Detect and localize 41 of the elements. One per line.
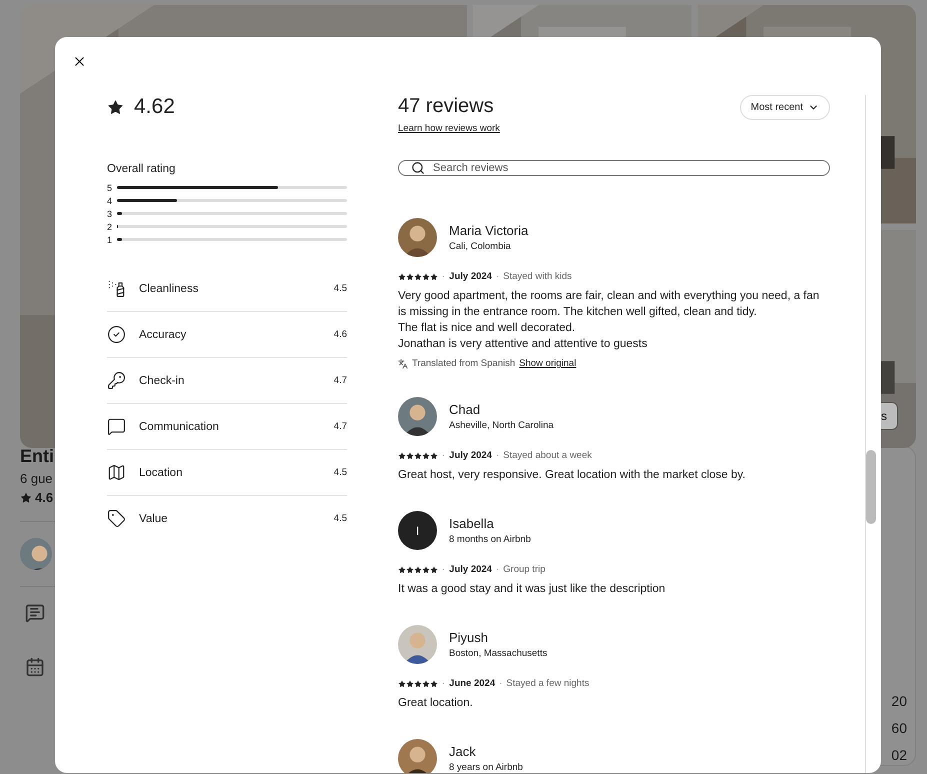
category-label: Value bbox=[139, 512, 169, 524]
listing-title: Enti bbox=[20, 446, 54, 467]
reviewer-subtitle: Asheville, North Carolina bbox=[449, 420, 554, 431]
review-date: July 2024 bbox=[449, 564, 492, 575]
price-text: 60 bbox=[891, 720, 907, 736]
separator-dot: · bbox=[499, 678, 502, 689]
listing-rating: 4.6 bbox=[20, 490, 54, 505]
review-text: Very good apartment, the rooms are fair, clean and with everything you need, a fan is missing in the entrance room. The kitchen well gifted, clean and tidy. The flat is nice and well decorated. Jonathan is very attentive and attentive to guests bbox=[398, 289, 820, 352]
category-label: Location bbox=[139, 466, 184, 478]
separator-dot: · bbox=[442, 678, 446, 689]
reviewer-name: Piyush bbox=[449, 630, 490, 645]
separator-dot: · bbox=[442, 450, 446, 461]
review-text: It was a good stay and it was just like the description bbox=[398, 582, 666, 597]
price-text: 02 bbox=[891, 747, 907, 763]
sort-dropdown[interactable]: Most recent bbox=[740, 95, 830, 120]
reviewer-subtitle: 8 years on Airbnb bbox=[449, 762, 523, 773]
reviewer-subtitle: Boston, Massachusetts bbox=[449, 648, 548, 659]
price-text: 20 bbox=[891, 693, 907, 709]
review-text: Great host, very responsive. Great location with the market close by. bbox=[398, 468, 746, 483]
separator-dot: · bbox=[496, 271, 500, 282]
trip-type: Stayed about a week bbox=[503, 450, 592, 461]
separator-dot: · bbox=[442, 564, 446, 575]
show-original-link[interactable]: Show original bbox=[519, 358, 576, 369]
review-date: July 2024 bbox=[449, 450, 492, 461]
listing-guests: 6 gue bbox=[20, 471, 53, 486]
reviewer-subtitle: Cali, Colombia bbox=[449, 241, 512, 252]
search-bar[interactable]: Search reviews bbox=[398, 160, 830, 176]
review-text: Great location. bbox=[398, 696, 474, 711]
separator-dot: · bbox=[496, 564, 500, 575]
reviewer-name: Maria Victoria bbox=[449, 223, 528, 238]
avatar-initial: I bbox=[398, 511, 437, 550]
trip-type: Stayed a few nights bbox=[506, 678, 590, 689]
category-score: 4.5 bbox=[334, 513, 347, 524]
reviewer-name: Isabella bbox=[449, 516, 495, 531]
trip-type: Group trip bbox=[503, 564, 546, 575]
category-score: 4.5 bbox=[334, 467, 347, 478]
review-date: June 2024 bbox=[449, 678, 496, 689]
reviewer-subtitle: 8 months on Airbnb bbox=[449, 534, 531, 545]
reviewer-name: Jack bbox=[449, 744, 477, 759]
separator-dot: · bbox=[496, 450, 500, 461]
trip-type: Stayed with kids bbox=[503, 271, 572, 282]
